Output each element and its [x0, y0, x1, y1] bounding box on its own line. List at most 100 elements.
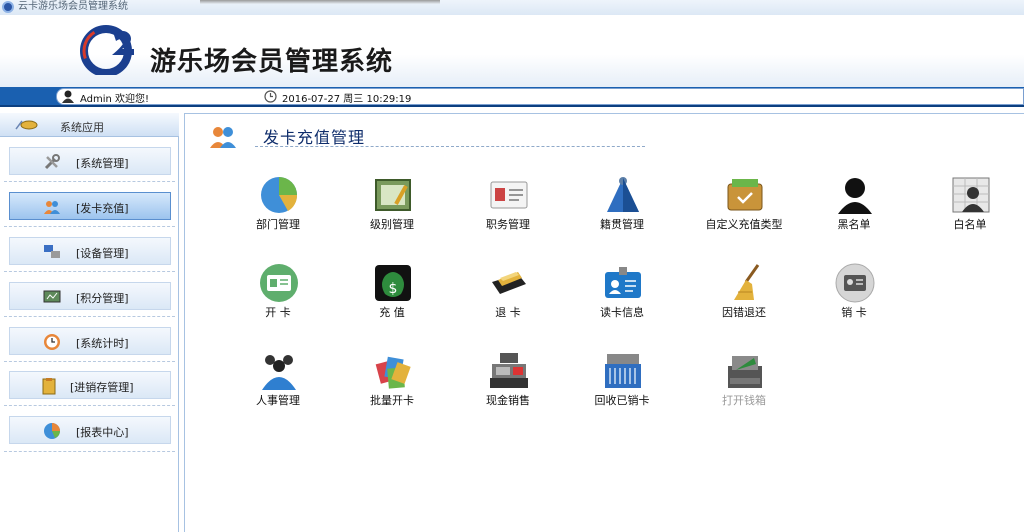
sidebar-item-label: [系统计时] [76, 337, 129, 350]
blacklist-icon [838, 178, 872, 214]
tile-refund[interactable]: 因错退还 [689, 262, 799, 332]
logo-icon [80, 25, 134, 75]
tile-label: 打开钱箱 [722, 394, 766, 407]
status-bar-panel [56, 88, 1024, 105]
sidebar-divider [4, 451, 175, 452]
sidebar-header: 系统应用 [0, 113, 179, 137]
refund-icon [734, 264, 760, 300]
sidebar-item-devices[interactable]: [设备管理] [9, 237, 171, 265]
sidebar-divider [4, 271, 175, 272]
tile-read-card[interactable]: 读卡信息 [567, 262, 677, 332]
recharge-icon: $ [375, 265, 411, 301]
tile-label: 充 值 [379, 306, 405, 319]
app-icon [2, 1, 14, 13]
sidebar-divider [4, 226, 175, 227]
personnel-icon [262, 355, 296, 390]
tile-recycle[interactable]: 回收已销卡 [567, 350, 677, 420]
apps-icon [15, 120, 38, 130]
sidebar-item-timer[interactable]: [系统计时] [9, 327, 171, 355]
tile-label: 读卡信息 [600, 306, 644, 319]
sidebar-divider [4, 405, 175, 406]
cash-sale-icon [490, 353, 528, 388]
sidebar-item-label: [报表中心] [76, 426, 129, 439]
tile-position[interactable]: 职务管理 [453, 174, 563, 244]
tile-level[interactable]: 级别管理 [337, 174, 447, 244]
tile-open-card[interactable]: 开 卡 [223, 262, 333, 332]
status-bar: Admin 欢迎您! 2016-07-27 周三 10:29:19 [0, 87, 1024, 107]
tile-recharge[interactable]: $ 充 值 [337, 262, 447, 332]
clock-icon [264, 90, 277, 103]
sidebar-item-label: [系统管理] [76, 157, 129, 170]
sidebar: 系统应用 [系统管理] [发卡充值] [设备管理] [积分管理] [系统计时] … [0, 113, 179, 532]
batch-card-icon [375, 356, 411, 389]
system-title: 游乐场会员管理系统 [150, 47, 394, 77]
tile-label: 批量开卡 [370, 394, 414, 407]
tile-blacklist[interactable]: 黑名单 [799, 174, 909, 244]
read-card-icon [605, 267, 641, 298]
cashbox-icon [728, 356, 762, 388]
tile-label: 职务管理 [486, 218, 530, 231]
clock-icon [44, 334, 60, 350]
sidebar-item-inventory[interactable]: [进销存管理] [9, 371, 171, 399]
sidebar-item-reports[interactable]: [报表中心] [9, 416, 171, 444]
tile-origin[interactable]: 籍贯管理 [567, 174, 677, 244]
users-icon [44, 201, 60, 214]
users-icon [210, 127, 236, 148]
return-card-icon [492, 272, 526, 294]
tile-label: 现金销售 [486, 394, 530, 407]
titlebar-tab [200, 0, 440, 4]
tile-cashbox[interactable]: 打开钱箱 [689, 350, 799, 420]
sidebar-item-label: [设备管理] [76, 247, 129, 260]
department-icon [261, 177, 298, 213]
report-icon [44, 423, 60, 439]
main-panel: 发卡充值管理 部门管理 级别管理 职务管理 籍贯管理 自定义充值类型 黑名单 白… [184, 113, 1024, 532]
tools-icon [44, 154, 60, 170]
origin-icon [607, 177, 639, 212]
sidebar-item-system[interactable]: [系统管理] [9, 147, 171, 175]
window-title: 云卡游乐场会员管理系统 [18, 1, 128, 12]
tile-label: 销 卡 [841, 306, 867, 319]
devices-icon [44, 245, 60, 258]
tile-whitelist[interactable]: 白名单 [915, 174, 1024, 244]
tile-custom-recharge[interactable]: 自定义充值类型 [689, 174, 799, 244]
sidebar-item-points[interactable]: [积分管理] [9, 282, 171, 310]
sidebar-item-label: [进销存管理] [70, 381, 134, 394]
svg-text:$: $ [389, 281, 398, 297]
tile-label: 回收已销卡 [594, 394, 650, 407]
page-title: 发卡充值管理 [263, 128, 366, 147]
sidebar-item-label: [发卡充值] [76, 202, 129, 215]
tile-batch-card[interactable]: 批量开卡 [337, 350, 447, 420]
sidebar-item-label: [积分管理] [76, 292, 129, 305]
tile-department[interactable]: 部门管理 [223, 174, 333, 244]
inventory-icon [42, 378, 56, 395]
whitelist-icon [952, 177, 990, 213]
tile-personnel[interactable]: 人事管理 [223, 350, 333, 420]
sidebar-item-card-recharge[interactable]: [发卡充值] [9, 192, 171, 220]
cancel-card-icon [835, 263, 875, 303]
title-divider [255, 146, 645, 147]
header-banner: 游乐场会员管理系统 [0, 15, 1024, 87]
datetime-text: 2016-07-27 周三 10:29:19 [282, 94, 412, 105]
sidebar-divider [4, 316, 175, 317]
recycle-icon [605, 354, 641, 388]
sidebar-divider [4, 181, 175, 182]
tile-label: 自定义充值类型 [705, 218, 783, 231]
tile-cash-sale[interactable]: 现金销售 [453, 350, 563, 420]
tile-label: 黑名单 [837, 218, 871, 231]
tile-label: 白名单 [953, 218, 987, 231]
sidebar-header-label: 系统应用 [60, 121, 104, 134]
tile-label: 部门管理 [256, 218, 300, 231]
tile-label: 因错退还 [722, 306, 766, 319]
tile-label: 人事管理 [256, 394, 300, 407]
user-icon [62, 90, 74, 103]
window-titlebar: 云卡游乐场会员管理系统 [0, 0, 1024, 15]
tile-return-card[interactable]: 退 卡 [453, 262, 563, 332]
tile-label: 开 卡 [265, 306, 291, 319]
position-icon [490, 181, 528, 209]
custom-recharge-icon [727, 179, 763, 211]
open-card-icon [260, 264, 298, 302]
tile-label: 级别管理 [370, 218, 414, 231]
tile-cancel-card[interactable]: 销 卡 [799, 262, 909, 332]
tile-label: 籍贯管理 [600, 218, 644, 231]
tile-label: 退 卡 [495, 306, 521, 319]
